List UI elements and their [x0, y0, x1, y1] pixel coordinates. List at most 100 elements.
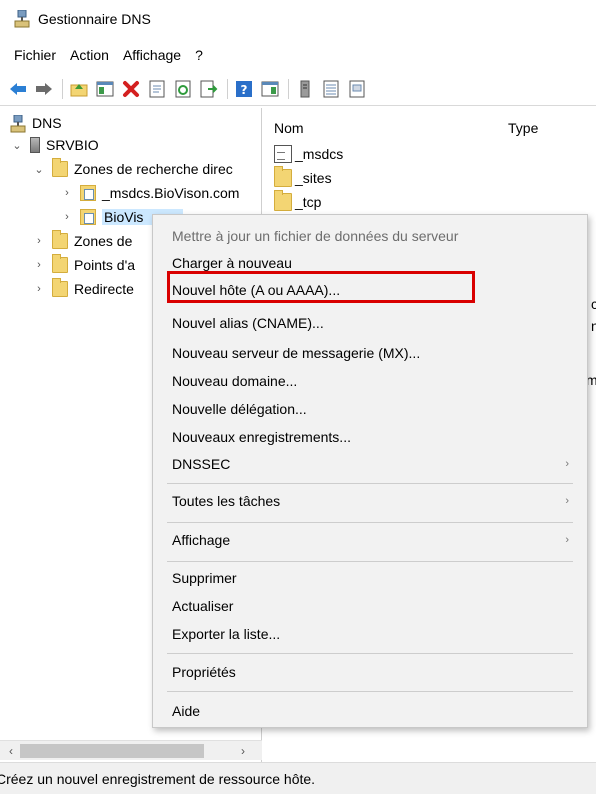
submenu-arrow-icon: › [565, 458, 569, 470]
submenu-arrow-icon: › [565, 495, 569, 507]
server-icon [30, 137, 40, 153]
menu-item-all-tasks[interactable]: Toutes les tâches › [153, 486, 587, 516]
server-icon[interactable] [295, 79, 315, 99]
menu-item-label: Mettre à jour un fichier de données du s… [172, 228, 459, 244]
console-tree-icon[interactable] [95, 79, 115, 99]
help-icon[interactable]: ? [234, 79, 254, 99]
menu-item-label: Exporter la liste... [172, 626, 281, 642]
chevron-right-icon[interactable]: › [60, 187, 74, 199]
tree-node-dns[interactable]: DNS [10, 112, 62, 134]
tree-node-forwarders[interactable]: › Redirecte [32, 278, 134, 300]
chevron-right-icon[interactable]: › [60, 211, 74, 223]
menu-item-label: Nouvel alias (CNAME)... [172, 315, 324, 331]
menu-item-label: Affichage [172, 532, 231, 548]
folder-icon [52, 230, 68, 249]
chevron-right-icon[interactable]: › [32, 235, 46, 247]
document-icon[interactable] [347, 79, 367, 99]
menu-item-new-domain[interactable]: Nouveau domaine... [153, 366, 587, 396]
tree-node-reverse-zones[interactable]: › Zones de [32, 230, 132, 252]
column-header-type[interactable]: Type [508, 120, 538, 142]
tree-label-trust-points: Points d'a [74, 257, 136, 273]
title-bar: Gestionnaire DNS [0, 0, 596, 38]
zone-icon [80, 209, 96, 225]
menu-item-label: Toutes les tâches [172, 493, 281, 509]
scrollbar-thumb[interactable] [20, 744, 204, 758]
folder-icon [274, 166, 292, 187]
up-folder-icon[interactable] [69, 79, 89, 99]
refresh-icon[interactable] [173, 79, 193, 99]
list-item[interactable]: _tcp [274, 190, 321, 214]
zone-file-icon [274, 145, 292, 163]
scroll-right-icon[interactable]: › [234, 742, 252, 760]
menu-item-new-mail-exchanger[interactable]: Nouveau serveur de messagerie (MX)... [153, 338, 587, 368]
menu-item-new-alias[interactable]: Nouvel alias (CNAME)... [153, 308, 587, 338]
tree-label-zone-msdcs: _msdcs.BioVison.com [102, 185, 240, 201]
chevron-right-icon[interactable]: › [32, 259, 46, 271]
menu-item-dnssec[interactable]: DNSSEC › [153, 449, 587, 479]
list-item[interactable]: _msdcs [274, 142, 343, 166]
chevron-down-icon[interactable]: ⌄ [10, 139, 24, 152]
toolbar-separator [227, 78, 228, 99]
tree-label-forward-zones: Zones de recherche direc [74, 161, 233, 177]
menu-item-reload[interactable]: Charger à nouveau [153, 248, 587, 278]
list-item-label: _sites [295, 170, 332, 186]
menu-item-label: Nouvel hôte (A ou AAAA)... [172, 282, 341, 298]
list-icon[interactable] [321, 79, 341, 99]
chevron-right-icon[interactable]: › [32, 283, 46, 295]
folder-icon [52, 278, 68, 297]
menu-item-update-data-file[interactable]: Mettre à jour un fichier de données du s… [153, 221, 587, 251]
menu-item-label: Actualiser [172, 598, 234, 614]
menu-item-view[interactable]: Affichage › [153, 525, 587, 555]
menu-item-new-delegation[interactable]: Nouvelle délégation... [153, 394, 587, 424]
tree-node-forward-zones[interactable]: ⌄ Zones de recherche direc [32, 158, 233, 180]
forward-arrow-icon[interactable] [34, 79, 54, 99]
folder-icon [274, 190, 292, 211]
window-title: Gestionnaire DNS [38, 11, 151, 27]
menu-item-help[interactable]: Aide [153, 696, 587, 726]
toolbar: ? [0, 72, 596, 106]
menu-item-other-new-records[interactable]: Nouveaux enregistrements... [153, 422, 587, 452]
context-menu: Mettre à jour un fichier de données du s… [152, 214, 588, 728]
list-item[interactable]: _sites [274, 166, 332, 190]
menu-item-delete[interactable]: Supprimer [153, 563, 587, 593]
dns-manager-icon [14, 9, 30, 28]
toolbar-separator [288, 78, 289, 99]
tree-label-forwarders: Redirecte [74, 281, 134, 297]
menu-help[interactable]: ? [195, 47, 203, 63]
properties-icon[interactable] [147, 79, 167, 99]
back-arrow-icon[interactable] [8, 79, 28, 99]
menu-bar: Fichier Action Affichage ? [0, 42, 217, 68]
tree-label-reverse-zones: Zones de [74, 233, 133, 249]
tree-node-trust-points[interactable]: › Points d'a [32, 254, 135, 276]
tree-label-dns: DNS [32, 115, 62, 131]
partial-text: n [591, 318, 596, 334]
menu-action[interactable]: Action [70, 47, 109, 63]
folder-icon [52, 158, 68, 177]
menu-item-label: DNSSEC [172, 456, 231, 472]
status-text: Créez un nouvel enregistrement de ressou… [0, 770, 316, 787]
menu-item-new-host[interactable]: Nouvel hôte (A ou AAAA)... [153, 275, 587, 305]
menu-item-properties[interactable]: Propriétés [153, 657, 587, 687]
column-header-name[interactable]: Nom [274, 120, 304, 142]
menu-item-label: Charger à nouveau [172, 255, 292, 271]
menu-item-label: Supprimer [172, 570, 237, 586]
scroll-left-icon[interactable]: ‹ [2, 742, 20, 760]
horizontal-scrollbar[interactable]: ‹ › [0, 740, 262, 760]
menu-separator [167, 691, 573, 692]
menu-fichier[interactable]: Fichier [14, 47, 56, 63]
menu-item-refresh[interactable]: Actualiser [153, 591, 587, 621]
menu-item-label: Nouvelle délégation... [172, 401, 307, 417]
export-icon[interactable] [199, 79, 219, 99]
chevron-down-icon[interactable]: ⌄ [32, 163, 46, 176]
menu-separator [167, 653, 573, 654]
menu-item-label: Aide [172, 703, 201, 719]
menu-item-export-list[interactable]: Exporter la liste... [153, 619, 587, 649]
view-icon[interactable] [260, 79, 280, 99]
folder-icon [52, 254, 68, 273]
tree-node-zone-msdcs[interactable]: › _msdcs.BioVison.com [60, 182, 239, 204]
delete-icon[interactable] [121, 79, 141, 99]
tree-node-server[interactable]: ⌄ SRVBIO [10, 134, 99, 156]
menu-item-label: Nouveaux enregistrements... [172, 429, 351, 445]
tree-label-server: SRVBIO [46, 137, 99, 153]
menu-affichage[interactable]: Affichage [123, 47, 181, 63]
